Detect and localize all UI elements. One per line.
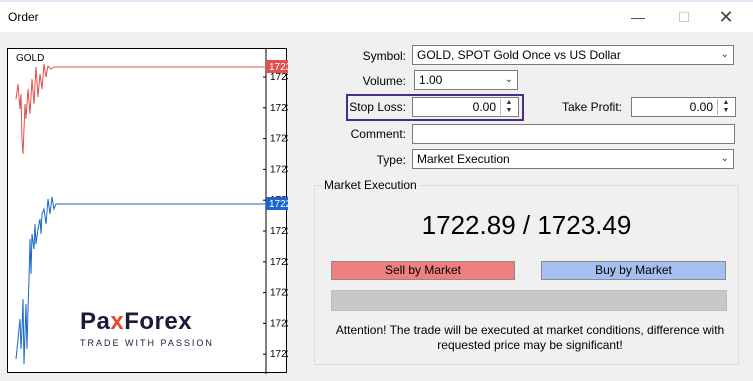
- bid-ask-price: 1722.89 / 1723.49: [421, 210, 632, 240]
- comment-label: Comment:: [350, 127, 406, 141]
- tick-label: 1723.29: [270, 103, 288, 114]
- logo-brand-x: x: [110, 308, 125, 335]
- take-profit-label: Take Profit:: [561, 100, 622, 114]
- volume-label: Volume:: [362, 74, 406, 88]
- close-icon[interactable]: ✕: [706, 4, 746, 30]
- comment-input[interactable]: [412, 124, 735, 144]
- ask-price-label: 1723.49: [269, 62, 288, 73]
- chevron-down-icon: ⌄: [720, 153, 729, 164]
- tick-label: 1723.01: [270, 164, 288, 175]
- stop-loss-value: 0.00: [472, 100, 496, 114]
- tick-label: 1722.31: [270, 318, 288, 329]
- logo-brand-part-a: Pa: [80, 308, 111, 335]
- symbol-select[interactable]: GOLD, SPOT Gold Once vs US Dollar ⌄: [412, 45, 734, 65]
- maximize-icon: ☐: [677, 9, 691, 25]
- spin-up-icon[interactable]: ▲: [501, 99, 517, 107]
- chart-symbol: GOLD: [16, 53, 44, 64]
- tick-label: 1722.59: [270, 257, 288, 268]
- take-profit-spinner[interactable]: ▲ ▼: [717, 99, 734, 115]
- spin-down-icon[interactable]: ▼: [718, 107, 734, 115]
- bid-price-label: 1722.89: [269, 199, 288, 210]
- execution-progress-bar: [331, 290, 727, 311]
- tick-label: 1722.45: [270, 288, 288, 299]
- stop-loss-spinner[interactable]: ▲ ▼: [500, 99, 517, 115]
- stop-loss-label: Stop Loss:: [349, 100, 406, 114]
- volume-value: 1.00: [419, 73, 443, 87]
- attention-text: Attention! The trade will be executed at…: [320, 323, 740, 353]
- chevron-down-icon: ⌄: [720, 49, 729, 60]
- stop-loss-input[interactable]: 0.00 ▲ ▼: [412, 97, 519, 117]
- sell-by-market-button[interactable]: Sell by Market: [331, 261, 515, 280]
- spin-down-icon[interactable]: ▼: [501, 107, 517, 115]
- tick-label: 1722.17: [270, 349, 288, 360]
- type-value: Market Execution: [417, 152, 510, 166]
- ask-line: [15, 63, 266, 155]
- market-execution-title: Market Execution: [322, 178, 419, 192]
- attention-line-2: requested price may be significant!: [437, 338, 623, 352]
- tick-label: 1722.73: [270, 226, 288, 237]
- logo-brand: PaxForex: [80, 308, 220, 336]
- buy-by-market-button[interactable]: Buy by Market: [541, 261, 726, 280]
- chevron-down-icon: ⌄: [504, 74, 513, 85]
- volume-select[interactable]: 1.00 ⌄: [414, 70, 518, 90]
- logo-tagline: TRADE WITH PASSION: [80, 338, 214, 348]
- spin-up-icon[interactable]: ▲: [718, 99, 734, 107]
- symbol-label: Symbol:: [362, 49, 406, 63]
- paxforex-logo: PaxForex TRADE WITH PASSION: [80, 308, 220, 348]
- tick-label: 1723.43: [270, 72, 288, 83]
- symbol-value: GOLD, SPOT Gold Once vs US Dollar: [417, 48, 621, 62]
- minimize-icon[interactable]: —: [618, 4, 658, 30]
- title-accent: [0, 0, 753, 2]
- type-select[interactable]: Market Execution ⌄: [412, 149, 734, 169]
- logo-brand-part-b: Forex: [124, 308, 193, 335]
- attention-line-1: Attention! The trade will be executed at…: [335, 323, 725, 337]
- take-profit-input[interactable]: 0.00 ▲ ▼: [631, 97, 736, 117]
- window-title: Order: [8, 10, 39, 24]
- tick-label: 1723.15: [270, 134, 288, 145]
- title-bar: Order — ☐ ✕: [0, 0, 753, 32]
- take-profit-value: 0.00: [689, 100, 713, 114]
- tick-labels: 1723.431723.291723.151723.011722.871722.…: [263, 72, 288, 360]
- type-label: Type:: [376, 153, 406, 167]
